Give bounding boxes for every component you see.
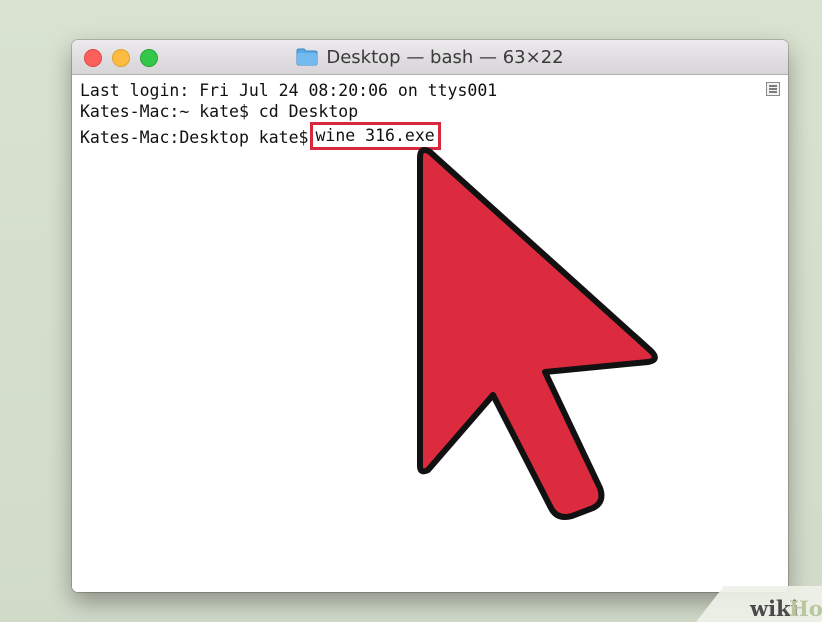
terminal-line-last-login: Last login: Fri Jul 24 08:20:06 on ttys0… (80, 81, 498, 100)
terminal-window: Desktop — bash — 63×22 Last login: Fri J… (72, 40, 788, 592)
window-title: Desktop — bash — 63×22 (326, 46, 564, 68)
scroll-indicator-icon[interactable] (766, 81, 780, 96)
wikihow-text-how: How (789, 596, 822, 621)
title-bar[interactable]: Desktop — bash — 63×22 (72, 40, 788, 75)
wikihow-watermark: wiki How (696, 586, 822, 622)
terminal-content[interactable]: Last login: Fri Jul 24 08:20:06 on ttys0… (72, 75, 788, 592)
terminal-line-cd-desktop: Kates-Mac:~ kate$ cd Desktop (80, 102, 359, 121)
title-group: Desktop — bash — 63×22 (72, 40, 788, 74)
highlighted-command: wine 316.exe (310, 122, 441, 150)
terminal-line-current: Kates-Mac:Desktop kate$ wine 316.exe (80, 122, 441, 152)
folder-icon (296, 48, 318, 66)
terminal-prompt: Kates-Mac:Desktop kate$ (80, 128, 309, 147)
